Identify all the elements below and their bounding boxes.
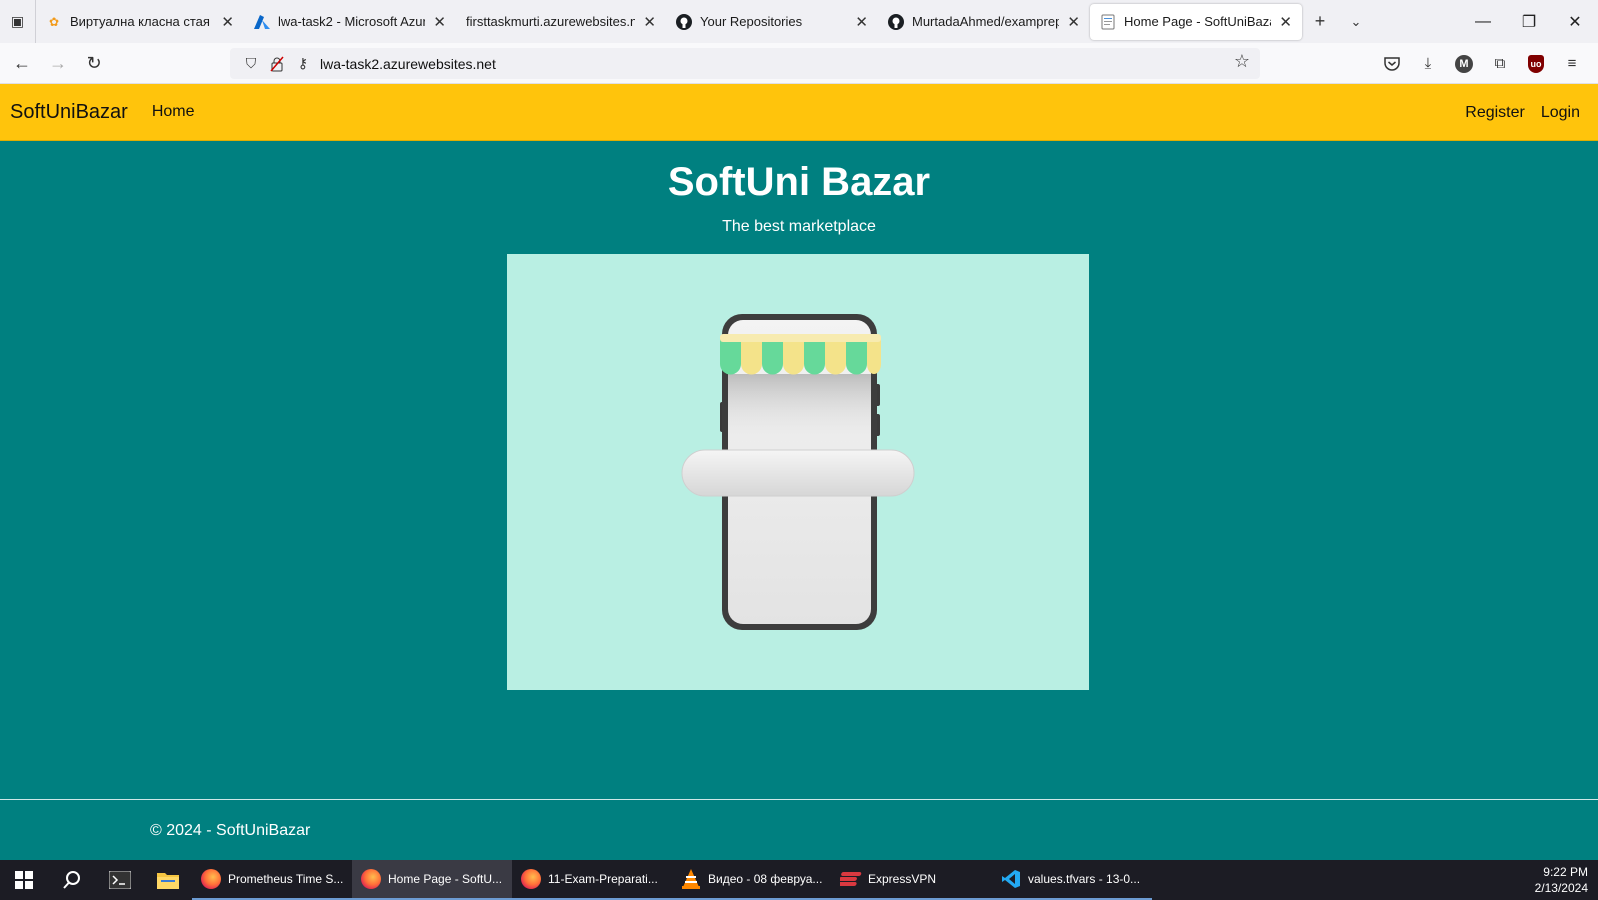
firefox-icon <box>520 868 542 890</box>
forward-icon[interactable]: → <box>40 47 76 79</box>
close-tab-icon[interactable]: ✕ <box>433 13 446 31</box>
register-link[interactable]: Register <box>1465 104 1525 122</box>
close-tab-icon[interactable]: ✕ <box>643 13 656 31</box>
auth-links: Register Login <box>1449 84 1580 141</box>
nav-home-link[interactable]: Home <box>152 103 195 121</box>
page-icon <box>1100 14 1116 30</box>
terminal-icon[interactable] <box>96 860 144 900</box>
taskbar-app-label: ExpressVPN <box>868 872 937 886</box>
restore-icon[interactable]: ❐ <box>1506 0 1552 43</box>
bookmark-star-icon[interactable]: ☆ <box>1234 51 1250 72</box>
window-controls: — ❐ ✕ <box>1460 0 1598 43</box>
expressvpn-icon <box>840 868 862 890</box>
taskbar-app-label: 11-Exam-Preparati... <box>548 872 658 886</box>
key-icon[interactable]: ⚷ <box>290 51 316 77</box>
reload-icon[interactable]: ↻ <box>76 47 112 79</box>
close-window-icon[interactable]: ✕ <box>1552 0 1598 43</box>
insecure-lock-icon[interactable] <box>264 51 290 77</box>
tab-your-repositories[interactable]: Your Repositories ✕ <box>666 4 878 40</box>
file-explorer-icon[interactable] <box>144 860 192 900</box>
tab-firsttask[interactable]: firsttaskmurti.azurewebsites.net/ ✕ <box>456 4 666 40</box>
pocket-icon[interactable] <box>1374 48 1410 80</box>
tab-azure[interactable]: lwa-task2 - Microsoft Azure ✕ <box>244 4 456 40</box>
taskbar-app-exam-prep[interactable]: 11-Exam-Preparati... <box>512 860 672 900</box>
firefox-icon <box>200 868 222 890</box>
address-bar[interactable]: ⛉ ⚷ lwa-task2.azurewebsites.net ☆ <box>230 48 1260 79</box>
login-link[interactable]: Login <box>1541 104 1580 122</box>
taskbar-app-softunibazar[interactable]: Home Page - SoftU... <box>352 860 512 900</box>
search-icon[interactable] <box>48 860 96 900</box>
site-navbar: SoftUniBazar Home Register Login <box>0 84 1598 141</box>
account-icon[interactable]: M <box>1446 48 1482 80</box>
extensions-area: ⤓ M ⧉ uo ≡ <box>1374 43 1590 84</box>
list-all-tabs-icon[interactable]: ⌄ <box>1338 4 1374 40</box>
taskbar-app-label: values.tfvars - 13-0... <box>1028 872 1141 886</box>
tab-softunibazar[interactable]: Home Page - SoftUniBazar ✕ <box>1090 3 1302 40</box>
softuni-icon: ✿ <box>48 14 60 29</box>
url-text[interactable]: lwa-task2.azurewebsites.net <box>320 56 496 72</box>
tab-murtada-repo[interactable]: MurtadaAhmed/examprepder ✕ <box>878 4 1090 40</box>
taskbar-app-vlc[interactable]: Видео - 08 февруа... <box>672 860 832 900</box>
tab-softuni-classroom[interactable]: ✿ Виртуална класна стая - Con ✕ <box>36 4 244 40</box>
taskbar: Prometheus Time S... Home Page - SoftU..… <box>0 860 1598 900</box>
tab-title: MurtadaAhmed/examprepder <box>912 14 1060 29</box>
tracking-protection-icon[interactable]: ⛉ <box>238 51 264 77</box>
browser-tab-strip: ▣ ✿ Виртуална класна стая - Con ✕ lwa-ta… <box>0 0 1598 43</box>
minimize-icon[interactable]: — <box>1460 0 1506 43</box>
azure-icon <box>254 14 270 30</box>
system-clock[interactable]: 9:22 PM 2/13/2024 <box>1535 860 1588 900</box>
new-tab-icon[interactable]: + <box>1302 4 1338 40</box>
tab-title: firsttaskmurti.azurewebsites.net/ <box>466 14 636 29</box>
tab-title: Home Page - SoftUniBazar <box>1124 14 1272 29</box>
firefox-icon <box>360 868 382 890</box>
tab-overview-icon[interactable]: ▣ <box>0 0 36 43</box>
tab-title: Виртуална класна стая - Con <box>70 14 213 29</box>
taskbar-app-vscode[interactable]: values.tfvars - 13-0... <box>992 860 1152 900</box>
taskbar-app-label: Home Page - SoftU... <box>388 872 503 886</box>
browser-toolbar: ← → ↻ ⛉ ⚷ lwa-task2.azurewebsites.net ☆ … <box>0 43 1598 84</box>
extensions-icon[interactable]: ⧉ <box>1482 48 1518 80</box>
clock-time: 9:22 PM <box>1543 865 1588 879</box>
ublock-icon[interactable]: uo <box>1518 48 1554 80</box>
taskbar-app-label: Prometheus Time S... <box>228 872 344 886</box>
page-subtitle: The best marketplace <box>722 218 876 235</box>
taskbar-app-prometheus[interactable]: Prometheus Time S... <box>192 860 352 900</box>
hero-image <box>507 254 1089 690</box>
github-icon <box>676 13 692 30</box>
footer-divider <box>0 799 1598 800</box>
taskbar-app-label: Видео - 08 февруа... <box>708 872 823 886</box>
clock-date: 2/13/2024 <box>1534 881 1588 895</box>
page-title: SoftUni Bazar <box>667 160 931 204</box>
brand-link[interactable]: SoftUniBazar <box>10 101 128 124</box>
vscode-icon <box>1000 868 1022 890</box>
footer-copyright: © 2024 - SoftUniBazar <box>150 822 311 839</box>
vlc-icon <box>680 868 702 890</box>
close-tab-icon[interactable]: ✕ <box>1279 13 1292 31</box>
menu-icon[interactable]: ≡ <box>1554 48 1590 80</box>
back-icon[interactable]: ← <box>4 47 40 79</box>
github-icon <box>888 13 904 30</box>
tab-title: lwa-task2 - Microsoft Azure <box>278 14 426 29</box>
tab-title: Your Repositories <box>700 14 803 29</box>
close-tab-icon[interactable]: ✕ <box>855 13 868 31</box>
phone-shop-illustration <box>681 314 915 630</box>
close-tab-icon[interactable]: ✕ <box>221 13 234 31</box>
taskbar-app-expressvpn[interactable]: ExpressVPN <box>832 860 992 900</box>
download-icon[interactable]: ⤓ <box>1410 48 1446 80</box>
close-tab-icon[interactable]: ✕ <box>1067 13 1080 31</box>
windows-start-icon[interactable] <box>0 860 48 900</box>
